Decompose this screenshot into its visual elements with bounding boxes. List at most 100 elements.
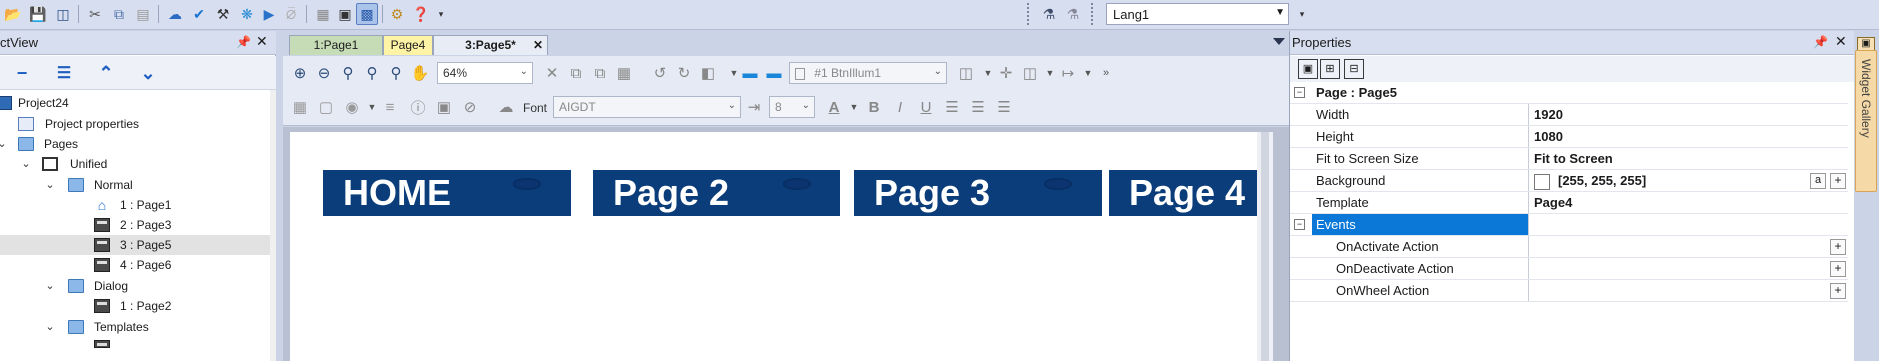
zoom-selection-icon[interactable]: ⚲	[385, 62, 407, 84]
page3-nav-button[interactable]: Page 3	[854, 170, 1102, 216]
tree-item-unified[interactable]: ⌄ Unified	[0, 154, 270, 174]
language-select[interactable]: Lang1 ▼	[1106, 3, 1289, 25]
move-down-icon[interactable]: ⌄	[136, 62, 160, 84]
property-row-width[interactable]: Width 1920	[1290, 104, 1848, 126]
zoom-hand-icon[interactable]: ✋	[409, 62, 431, 84]
tree-item-dialog[interactable]: ⌄ Dialog	[0, 276, 270, 296]
property-value[interactable]: +	[1530, 258, 1848, 279]
tree-item-page2[interactable]: 1 : Page2	[0, 296, 270, 316]
property-value[interactable]: +	[1530, 280, 1848, 301]
center-icon[interactable]: ✛	[995, 62, 1017, 84]
property-value[interactable]: Fit to Screen	[1530, 148, 1848, 169]
close-icon[interactable]: ✕	[256, 33, 268, 50]
fill-color-icon[interactable]: ◉	[341, 96, 363, 118]
page2-nav-button[interactable]: Page 2	[593, 170, 840, 216]
property-section-events[interactable]: − Events	[1290, 214, 1848, 236]
line-style-icon[interactable]: ≡	[379, 96, 401, 118]
font-family-select[interactable]: AIGDT ⌄	[553, 96, 741, 118]
tab-list-dropdown-icon[interactable]	[1273, 38, 1285, 45]
add-icon[interactable]: +	[1830, 173, 1846, 189]
tab-page5[interactable]: 3:Page5* ✕	[433, 35, 548, 55]
rotate-right-icon[interactable]: ↻	[673, 62, 695, 84]
add-icon[interactable]: +	[1830, 283, 1846, 299]
open-folder-icon[interactable]: 📂	[2, 3, 24, 25]
rotate-left-icon[interactable]: ↺	[649, 62, 671, 84]
ungroup-icon[interactable]: ⧉	[589, 62, 611, 84]
translate-icon[interactable]: ⚗	[1038, 3, 1060, 25]
category-view-icon[interactable]: ▣	[1298, 59, 1318, 79]
chevron-down-icon[interactable]: ⌄	[44, 317, 56, 337]
tree-item-page6[interactable]: 4 : Page6	[0, 255, 270, 275]
paste-icon[interactable]: ▤	[132, 3, 154, 25]
same-width-icon[interactable]: ↦	[1057, 62, 1079, 84]
property-value[interactable]: 1920	[1530, 104, 1848, 125]
delete-icon[interactable]: ✕	[541, 62, 563, 84]
zoom-out-icon[interactable]: ⊖	[313, 62, 335, 84]
chevron-down-icon[interactable]: ⌄	[44, 276, 56, 296]
layout-icon[interactable]: ▩	[356, 3, 378, 25]
property-row-onactivate[interactable]: OnActivate Action +	[1290, 236, 1848, 258]
zoom-select[interactable]: 64% ⌄	[437, 62, 533, 84]
property-row-onwheel[interactable]: OnWheel Action +	[1290, 280, 1848, 302]
check-icon[interactable]: ✔	[188, 3, 210, 25]
align-text-left-icon[interactable]: ☰	[941, 96, 963, 118]
add-icon[interactable]: +	[1830, 261, 1846, 277]
save-icon[interactable]: 💾	[27, 3, 49, 25]
hide-icon[interactable]: ⊘	[459, 96, 481, 118]
toolbar-overflow-icon[interactable]: ▾	[430, 3, 452, 25]
property-value-background[interactable]: [255, 255, 255] a +	[1530, 170, 1848, 191]
bold-icon[interactable]: B	[863, 96, 885, 118]
tree-item-templates[interactable]: ⌄ Templates	[0, 317, 270, 337]
property-row-height[interactable]: Height 1080	[1290, 126, 1848, 148]
widget-gallery-tab[interactable]: Widget Gallery	[1855, 50, 1877, 192]
toolbar-grip[interactable]	[1091, 3, 1095, 25]
chevron-down-icon[interactable]: ▼	[843, 96, 865, 118]
tree-item-page1[interactable]: ⌂ 1 : Page1	[0, 195, 270, 215]
chevron-down-icon[interactable]: ⌄	[44, 175, 56, 195]
save-all-icon[interactable]: ◫	[52, 3, 74, 25]
tree-item-project[interactable]: Project24	[0, 93, 270, 113]
tab-page1[interactable]: 1:Page1	[289, 35, 383, 55]
table-icon[interactable]: ▦	[613, 62, 635, 84]
zoom-fit-icon[interactable]: ⚲	[337, 62, 359, 84]
layers-icon[interactable]: ▣	[334, 3, 356, 25]
tree-item-normal[interactable]: ⌄ Normal	[0, 175, 270, 195]
debug-icon[interactable]: ❋	[236, 3, 258, 25]
align-left-icon[interactable]: ◫	[955, 62, 977, 84]
align-text-center-icon[interactable]: ☰	[967, 96, 989, 118]
close-icon[interactable]: ✕	[1835, 33, 1847, 50]
scrollbar-thumb[interactable]	[1261, 132, 1269, 361]
help-icon[interactable]: ❓	[410, 3, 432, 25]
move-up-icon[interactable]: ⌃	[94, 62, 118, 84]
zoom-in-icon[interactable]: ⊕	[289, 62, 311, 84]
frame-icon[interactable]: ▢	[315, 96, 337, 118]
collapse-section-icon[interactable]: −	[1294, 219, 1305, 230]
tab-page4[interactable]: Page4	[383, 35, 433, 55]
page-canvas[interactable]: HOME Page 2 Page 3 Page 4	[290, 132, 1257, 361]
tree-item-project-properties[interactable]: Project properties	[0, 114, 270, 134]
tree-item-page3[interactable]: 2 : Page3	[0, 215, 270, 235]
property-row-ondeactivate[interactable]: OnDeactivate Action +	[1290, 258, 1848, 280]
chevron-down-icon[interactable]: ⌄	[20, 154, 32, 174]
toolbar-overflow-icon[interactable]: ▾	[1291, 3, 1313, 25]
group-icon[interactable]: ⧉	[565, 62, 587, 84]
properties-icon[interactable]: ⚙	[386, 3, 408, 25]
page4-nav-button[interactable]: Page 4	[1109, 170, 1257, 216]
distribute-icon[interactable]: ◫	[1019, 62, 1041, 84]
align-text-right-icon[interactable]: ☰	[993, 96, 1015, 118]
toolbar-overflow-icon[interactable]: »	[1095, 62, 1117, 84]
italic-icon[interactable]: I	[889, 96, 911, 118]
collapse-all-icon[interactable]: ⊟	[1344, 59, 1364, 79]
close-tab-icon[interactable]: ✕	[533, 36, 543, 55]
grid-icon[interactable]: ▦	[312, 3, 334, 25]
tools-icon[interactable]: ⚒	[212, 3, 234, 25]
underline-icon[interactable]: U	[915, 96, 937, 118]
property-row-fit-to-screen[interactable]: Fit to Screen Size Fit to Screen	[1290, 148, 1848, 170]
canvas-scrollbar[interactable]	[1257, 132, 1273, 361]
widget-select[interactable]: #1 BtnIllum1 ⌄	[789, 62, 947, 84]
property-value[interactable]: 1080	[1530, 126, 1848, 147]
zoom-100-icon[interactable]: ⚲	[361, 62, 383, 84]
pin-icon[interactable]: 📌	[1813, 35, 1828, 49]
translate-disabled-icon[interactable]: ⚗	[1062, 3, 1084, 25]
home-nav-button[interactable]: HOME	[323, 170, 571, 216]
